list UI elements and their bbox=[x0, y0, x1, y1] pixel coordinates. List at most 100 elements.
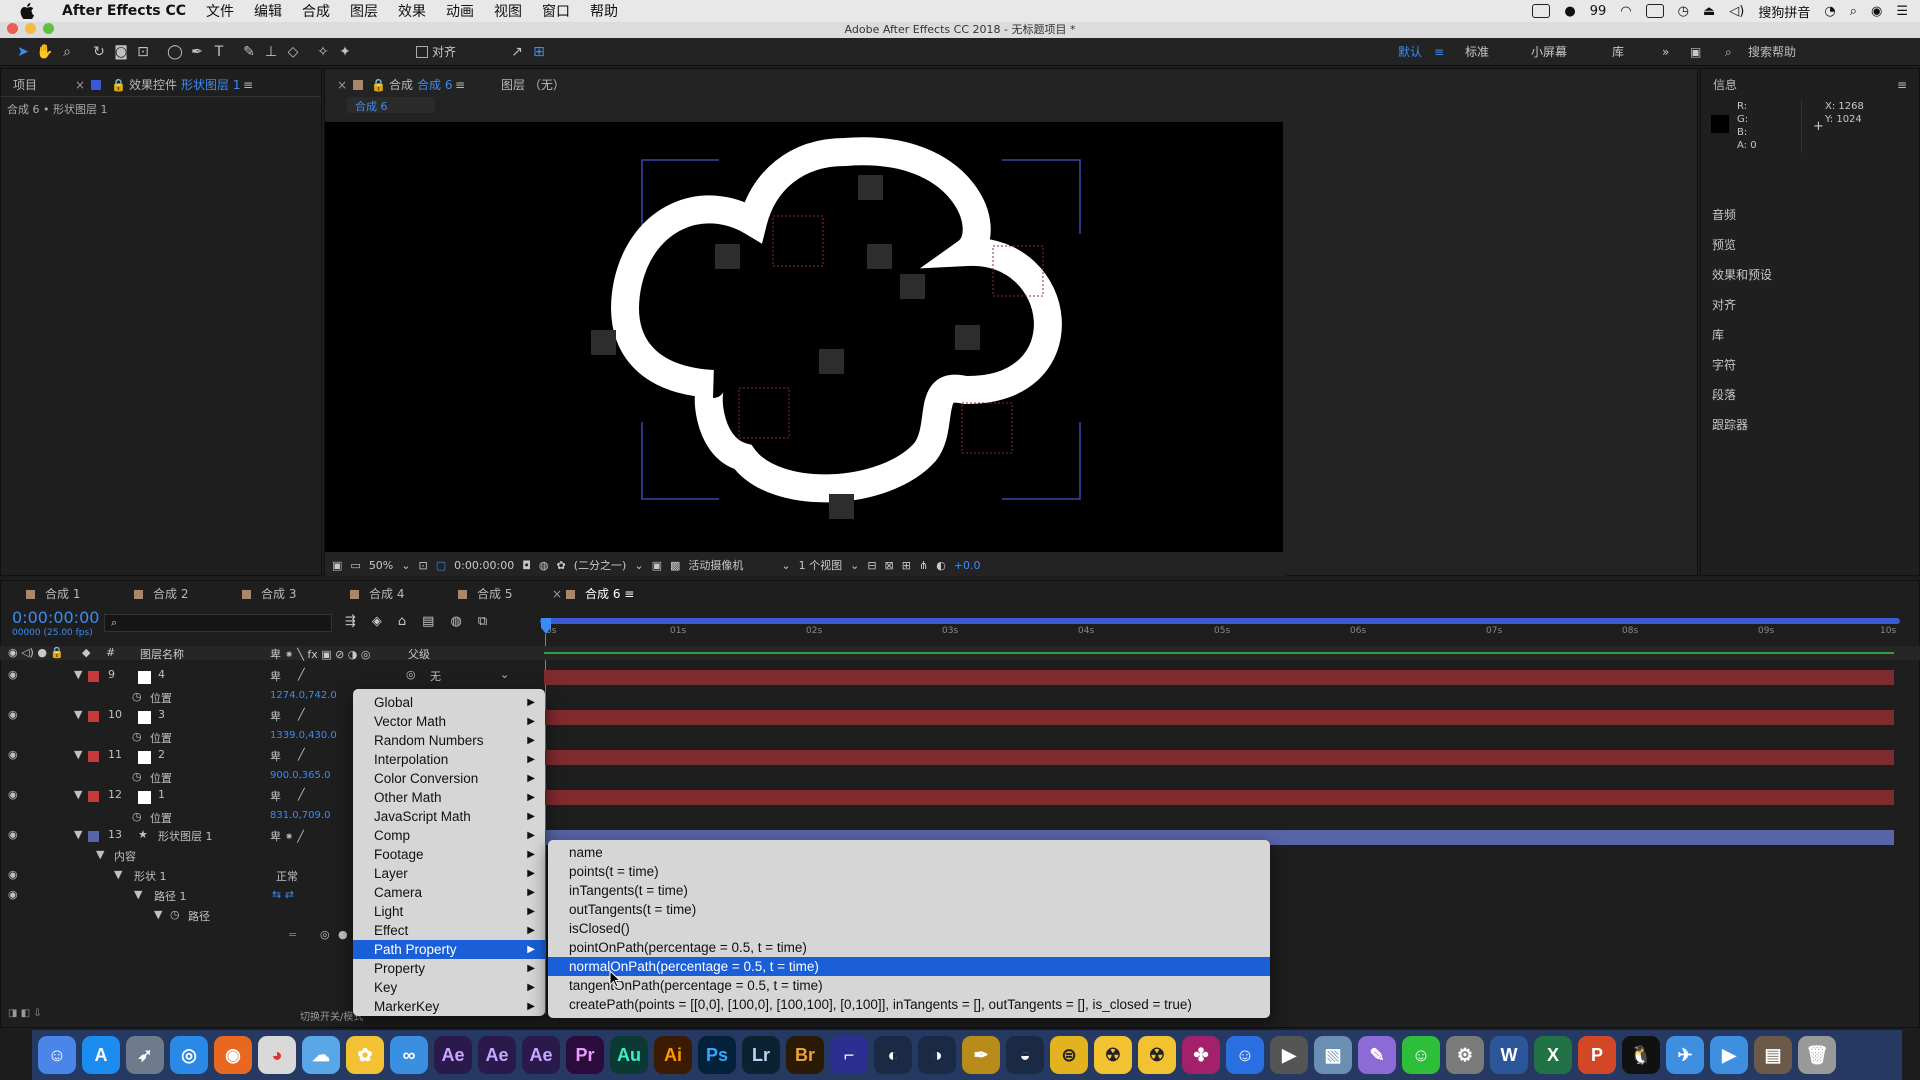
parent-column[interactable]: 父级 bbox=[408, 646, 430, 662]
menu-item-javascript-math[interactable]: JavaScript Math ▶ bbox=[353, 807, 545, 826]
expression-language-menu-icon[interactable]: ● bbox=[338, 928, 348, 941]
view-layout-select[interactable]: 1 个视图 bbox=[799, 557, 843, 573]
submenu-item-create-path[interactable]: createPath(points = [[0,0], [100,0], [10… bbox=[548, 995, 1270, 1014]
apple-icon[interactable] bbox=[18, 2, 36, 20]
timeline-link-icon[interactable]: ⊞ bbox=[902, 559, 911, 572]
submenu-item-points[interactable]: points(t = time) bbox=[548, 862, 1270, 881]
menu-item-key[interactable]: Key ▶ bbox=[353, 978, 545, 997]
layer-name[interactable]: 2 bbox=[158, 748, 165, 761]
pen-tool-icon[interactable]: ✒ bbox=[186, 41, 208, 63]
pen-app-icon[interactable]: ✒ bbox=[962, 1036, 1000, 1074]
info-panel-menu-icon[interactable]: ≡ bbox=[1897, 73, 1907, 97]
illustrator-icon[interactable]: Ai bbox=[654, 1036, 692, 1074]
shy-switch-icon[interactable]: 卑 bbox=[270, 708, 281, 724]
davinci-icon[interactable]: ✤ bbox=[1182, 1036, 1220, 1074]
info-panel-title[interactable]: 信息 bbox=[1713, 73, 1737, 97]
menu-edit[interactable]: 编辑 bbox=[244, 1, 292, 21]
c4d-3-icon[interactable]: ◑ bbox=[918, 1036, 956, 1074]
time-machine-icon[interactable]: ◷ bbox=[1678, 4, 1689, 19]
workspace-more-icon[interactable]: » bbox=[1662, 38, 1669, 66]
panel-audio[interactable]: 音频 bbox=[1712, 206, 1736, 223]
visibility-eye-icon[interactable]: ◉ bbox=[8, 668, 18, 681]
c4d-4-icon[interactable]: ◒ bbox=[1006, 1036, 1044, 1074]
submenu-item-in-tangents[interactable]: inTangents(t = time) bbox=[548, 881, 1270, 900]
resolution-select[interactable]: (二分之一) bbox=[574, 557, 627, 573]
menu-item-markerkey[interactable]: MarkerKey ▶ bbox=[353, 997, 545, 1016]
panel-menu-icon[interactable]: ≡ bbox=[243, 73, 253, 97]
footer-toggle-icons[interactable]: ◨ ◧ ⇩ bbox=[8, 1008, 42, 1019]
panel-align[interactable]: 对齐 bbox=[1712, 296, 1736, 313]
comp-panel-menu-icon[interactable]: ≡ bbox=[455, 73, 465, 97]
layer-track-bar[interactable] bbox=[544, 750, 1894, 765]
menu-file[interactable]: 文件 bbox=[196, 1, 244, 21]
submenu-item-out-tangents[interactable]: outTangents(t = time) bbox=[548, 900, 1270, 919]
visibility-eye-icon[interactable]: ◉ bbox=[8, 828, 18, 841]
visibility-eye-icon[interactable]: ◉ bbox=[8, 708, 18, 721]
tab-composition-name[interactable]: 合成 6 bbox=[417, 73, 452, 97]
fit-icon[interactable]: ⊡ bbox=[418, 559, 427, 572]
photos-icon[interactable]: ✿ bbox=[346, 1036, 384, 1074]
shy-switch-icon[interactable]: 卑 bbox=[270, 668, 281, 684]
current-timecode[interactable]: 0:00:00:00 bbox=[454, 559, 514, 572]
channel-icon[interactable]: ✿ bbox=[557, 559, 566, 572]
baidu-netdisk-icon[interactable]: ∞ bbox=[390, 1036, 428, 1074]
shy-switch-icon[interactable]: 卑 bbox=[270, 788, 281, 804]
quality-switch-icon[interactable]: ╱ bbox=[298, 668, 305, 681]
expand-arrow-icon[interactable]: ▼ bbox=[74, 708, 82, 721]
layer-label-color[interactable] bbox=[88, 791, 99, 802]
ellipse-tool-icon[interactable]: ◯ bbox=[164, 41, 186, 63]
timeline-tab-comp1[interactable]: 合成 1 bbox=[26, 584, 80, 604]
word-icon[interactable]: W bbox=[1490, 1036, 1528, 1074]
zoom-tool-icon[interactable]: ⌕ bbox=[56, 41, 78, 63]
expand-arrow-icon[interactable]: ▼ bbox=[154, 908, 162, 921]
menu-item-light[interactable]: Light ▶ bbox=[353, 902, 545, 921]
final-cut-icon[interactable]: ▶ bbox=[1270, 1036, 1308, 1074]
menu-item-layer[interactable]: Layer ▶ bbox=[353, 864, 545, 883]
timeline-current-time[interactable]: 0:00:00:00 bbox=[12, 608, 99, 627]
visibility-eye-icon[interactable]: ◉ bbox=[8, 868, 18, 881]
visibility-eye-icon[interactable]: ◉ bbox=[8, 748, 18, 761]
shy-switch-icon[interactable]: 卑 ⁕ ╱ bbox=[270, 828, 304, 844]
menu-help[interactable]: 帮助 bbox=[580, 1, 628, 21]
panel-tracker[interactable]: 跟踪器 bbox=[1712, 416, 1748, 433]
brush-tool-icon[interactable]: ✎ bbox=[238, 41, 260, 63]
zoom-dropdown-icon[interactable]: ⌄ bbox=[401, 559, 410, 572]
layer-label-color[interactable] bbox=[88, 671, 99, 682]
submenu-item-is-closed[interactable]: isClosed() bbox=[548, 919, 1270, 938]
stopwatch-icon[interactable]: ◷ bbox=[132, 690, 142, 703]
eraser-tool-icon[interactable]: ◇ bbox=[282, 41, 304, 63]
camera-dropdown-icon[interactable]: ⌄ bbox=[781, 559, 790, 572]
workspace-default[interactable]: 默认 bbox=[1398, 38, 1422, 66]
camera-tool-icon[interactable]: ◙ bbox=[110, 41, 132, 63]
layer-track-bar[interactable] bbox=[544, 790, 1894, 805]
menu-item-comp[interactable]: Comp ▶ bbox=[353, 826, 545, 845]
shy-layers-icon[interactable]: ⌂ bbox=[398, 614, 406, 629]
photoshop-icon[interactable]: Ps bbox=[698, 1036, 736, 1074]
resolution-dropdown-icon[interactable]: ⌄ bbox=[634, 559, 643, 572]
layer-name[interactable]: 1 bbox=[158, 788, 165, 801]
panel-preview[interactable]: 预览 bbox=[1712, 236, 1736, 253]
chat-icon[interactable]: ☺ bbox=[1226, 1036, 1264, 1074]
layer-label-color[interactable] bbox=[88, 831, 99, 842]
timeline-tab-comp2[interactable]: 合成 2 bbox=[134, 584, 188, 604]
layer-name[interactable]: 形状图层 1 bbox=[158, 828, 213, 844]
menu-item-other-math[interactable]: Other Math ▶ bbox=[353, 788, 545, 807]
safari-icon[interactable]: ◎ bbox=[170, 1036, 208, 1074]
timeline-tab-comp4[interactable]: 合成 4 bbox=[350, 584, 404, 604]
menu-composition[interactable]: 合成 bbox=[292, 1, 340, 21]
notification-icon[interactable]: ● bbox=[1564, 4, 1575, 19]
clone-stamp-tool-icon[interactable]: ⊥ bbox=[260, 41, 282, 63]
submenu-item-tangent-on-path[interactable]: tangentOnPath(percentage = 0.5, t = time… bbox=[548, 976, 1270, 995]
tab-composition[interactable]: 合成 bbox=[389, 73, 413, 97]
always-preview-icon[interactable]: ▣ bbox=[332, 559, 342, 572]
workspace-small-screen[interactable]: 小屏幕 bbox=[1531, 38, 1567, 66]
roto-brush-tool-icon[interactable]: ✧ bbox=[312, 41, 334, 63]
toggle-pixel-icon[interactable]: ⊟ bbox=[867, 559, 876, 572]
lightroom-icon[interactable]: Lr bbox=[742, 1036, 780, 1074]
zoom-select[interactable]: 50% bbox=[369, 559, 393, 572]
shy-switch-icon[interactable]: 卑 bbox=[270, 748, 281, 764]
crayon-icon[interactable]: ✎ bbox=[1358, 1036, 1396, 1074]
after-effects-icon[interactable]: Ae bbox=[434, 1036, 472, 1074]
camera-select[interactable]: 活动摄像机 bbox=[688, 557, 743, 573]
panel-toggle-icon[interactable]: ▣ bbox=[1690, 38, 1701, 66]
